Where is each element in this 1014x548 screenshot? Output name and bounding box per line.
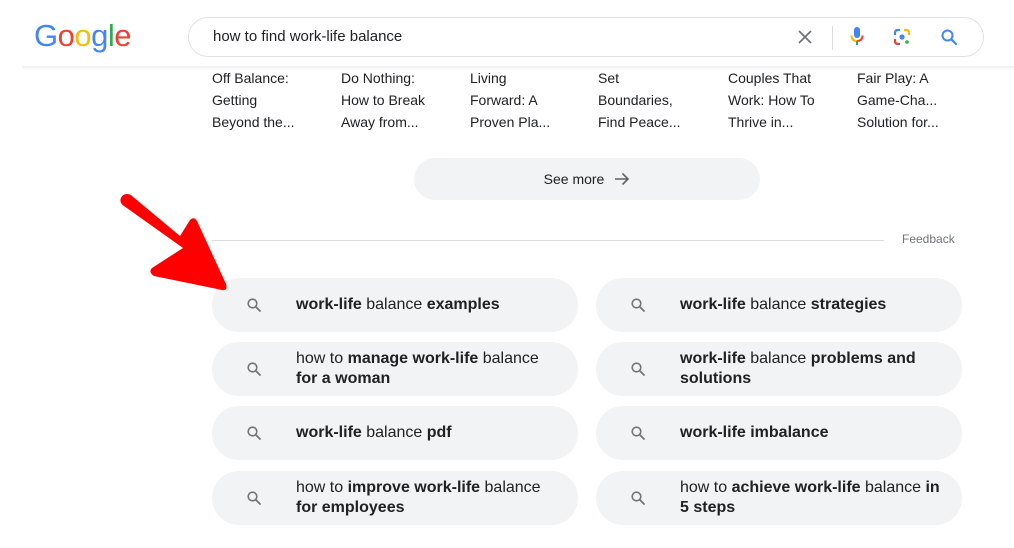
logo-letter: G [34,18,58,53]
search-input[interactable] [213,18,773,56]
related-search-chip[interactable]: work-life imbalance [596,406,962,460]
search-icon [631,491,645,505]
related-search-text: work-life balance problems and solutions [680,349,942,389]
bold-term: manage work-life [347,350,479,367]
book-title-line: Set [598,70,620,86]
related-search-text: how to achieve work-life balance in 5 st… [680,478,942,518]
related-search-text: how to manage work-life balance for a wo… [296,349,558,389]
header-bar: Google [0,0,1014,66]
bold-term: for employees [296,499,405,516]
plain-term: how to [296,350,348,367]
bold-term: work-life [680,296,746,313]
book-title-line: Living [470,70,507,86]
plain-term: balance [480,479,541,496]
microphone-icon [850,27,864,45]
clear-search-button[interactable] [795,27,815,47]
book-title-line: How to Break [341,92,426,108]
related-search-chip[interactable]: work-life balance pdf [212,406,578,460]
search-icon [247,362,261,376]
logo-letter: g [91,18,108,53]
close-icon [798,30,812,44]
plain-term: balance [745,296,811,313]
related-search-chip[interactable]: how to improve work-life balance for emp… [212,471,578,525]
bold-term: work-life [296,424,362,441]
search-icon [631,362,645,376]
book-title-line: Beyond the... [212,114,295,130]
related-search-chip[interactable]: how to achieve work-life balance in 5 st… [596,471,962,525]
book-item[interactable]: Couples That Work: How To Thrive in... [728,67,843,133]
bold-term: pdf [426,424,452,441]
google-lens-button[interactable] [892,27,912,47]
bold-term: achieve work-life [731,479,861,496]
logo-letter: o [57,18,75,53]
search-box-divider [832,26,833,50]
plain-term: balance [361,424,427,441]
search-box[interactable] [188,17,984,57]
related-search-chip[interactable]: work-life balance examples [212,278,578,332]
see-more-label: See more [543,171,605,187]
book-title-line: Fair Play: A [857,70,929,86]
book-title-line: Forward: A [470,92,538,108]
search-icon [941,29,958,46]
related-search-chip[interactable]: work-life balance strategies [596,278,962,332]
book-title-line: Find Peace... [598,114,681,130]
related-search-text: work-life imbalance [680,423,942,443]
book-title-line: Thrive in... [728,114,794,130]
search-icon [247,298,261,312]
related-search-chip[interactable]: work-life balance problems and solutions [596,342,962,396]
plain-term: how to [680,479,732,496]
book-item[interactable]: Off Balance: Getting Beyond the... [212,67,327,133]
bold-term: for a woman [296,370,391,387]
plain-term: balance [361,296,427,313]
arrow-right-icon [615,172,630,186]
book-title-line: Work: How To [728,92,815,108]
book-item[interactable]: Living Forward: A Proven Pla... [470,67,585,133]
book-title-line: Getting [212,92,258,108]
book-item[interactable]: Fair Play: A Game-Cha... Solution for... [857,67,972,133]
bold-term: examples [426,296,500,313]
related-search-text: how to improve work-life balance for emp… [296,478,558,518]
related-search-text: work-life balance pdf [296,423,558,443]
plain-term: balance [745,350,811,367]
plain-term: balance [860,479,926,496]
plain-term: balance [478,350,539,367]
bold-term: work-life [680,350,746,367]
book-title-line: Couples That [728,70,812,86]
section-divider [212,240,884,241]
plain-term: how to [296,479,348,496]
red-arrow-icon [120,194,227,291]
book-title-line: Game-Cha... [857,92,938,108]
book-title-line: Off Balance: [212,70,289,86]
logo-letter: e [114,18,132,53]
feedback-link[interactable]: Feedback [902,232,955,246]
book-item[interactable]: Do Nothing: How to Break Away from... [341,67,456,133]
book-title-line: Boundaries, [598,92,673,108]
book-title-line: Do Nothing: [341,70,415,86]
bold-term: work-life imbalance [680,424,829,441]
related-search-text: work-life balance examples [296,295,558,315]
search-submit-button[interactable] [939,27,959,47]
voice-search-button[interactable] [847,27,867,47]
bold-term: work-life [296,296,362,313]
search-icon [247,491,261,505]
search-icon [247,426,261,440]
see-more-button[interactable]: See more [414,158,760,200]
book-title-line: Away from... [341,114,419,130]
bold-term: strategies [810,296,887,313]
related-search-chip[interactable]: how to manage work-life balance for a wo… [212,342,578,396]
book-title-line: Solution for... [857,114,939,130]
logo-letter: o [74,18,92,53]
book-title-line: Proven Pla... [470,114,551,130]
google-lens-icon [893,28,911,46]
google-logo[interactable]: Google [34,18,132,54]
search-icon [631,298,645,312]
bold-term: improve work-life [347,479,481,496]
book-item[interactable]: Set Boundaries, Find Peace... [598,67,713,133]
related-search-text: work-life balance strategies [680,295,942,315]
search-icon [631,426,645,440]
